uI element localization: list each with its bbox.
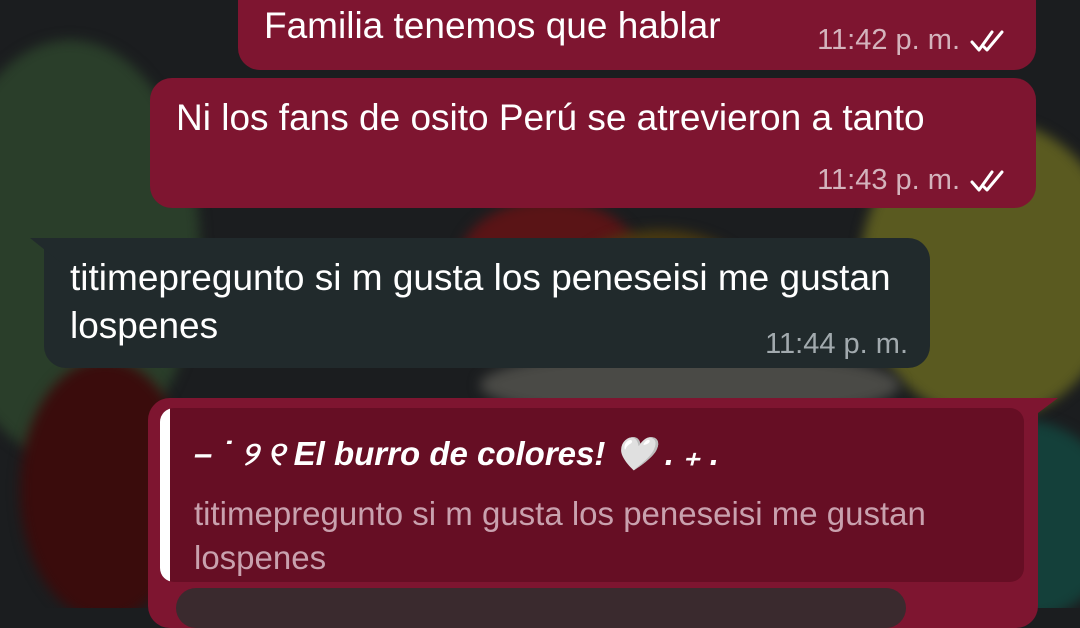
outgoing-message[interactable]: Ni los fans de osito Perú se atrevieron … [150, 78, 1036, 208]
message-time: 11:43 p. m. [817, 164, 960, 196]
outgoing-message[interactable]: Familia tenemos que hablar 11:42 p. m. [238, 0, 1036, 70]
double-check-icon [970, 170, 1004, 191]
quoted-message[interactable]: – ˙ ୨ ୧ El burro de colores! 🤍 . ₊ . tit… [160, 408, 1024, 582]
message-meta: 11:43 p. m. [817, 164, 1012, 197]
quoted-author: – ˙ ୨ ୧ El burro de colores! 🤍 . ₊ . [194, 435, 719, 472]
message-time: 11:42 p. m. [817, 24, 960, 56]
message-meta: 11:44 p. m. [765, 328, 908, 361]
quoted-text: titimepregunto si m gusta los peneseisi … [194, 495, 926, 576]
incoming-message[interactable]: titimepregunto si m gusta los peneseisi … [30, 238, 930, 368]
message-text: Ni los fans de osito Perú se atrevieron … [176, 97, 925, 138]
message-meta: 11:42 p. m. [817, 24, 1012, 57]
reply-message-body [176, 588, 906, 628]
double-check-icon [970, 30, 1004, 51]
message-text: Familia tenemos que hablar [264, 5, 721, 46]
message-time: 11:44 p. m. [765, 328, 908, 360]
quote-accent-bar [160, 408, 170, 582]
